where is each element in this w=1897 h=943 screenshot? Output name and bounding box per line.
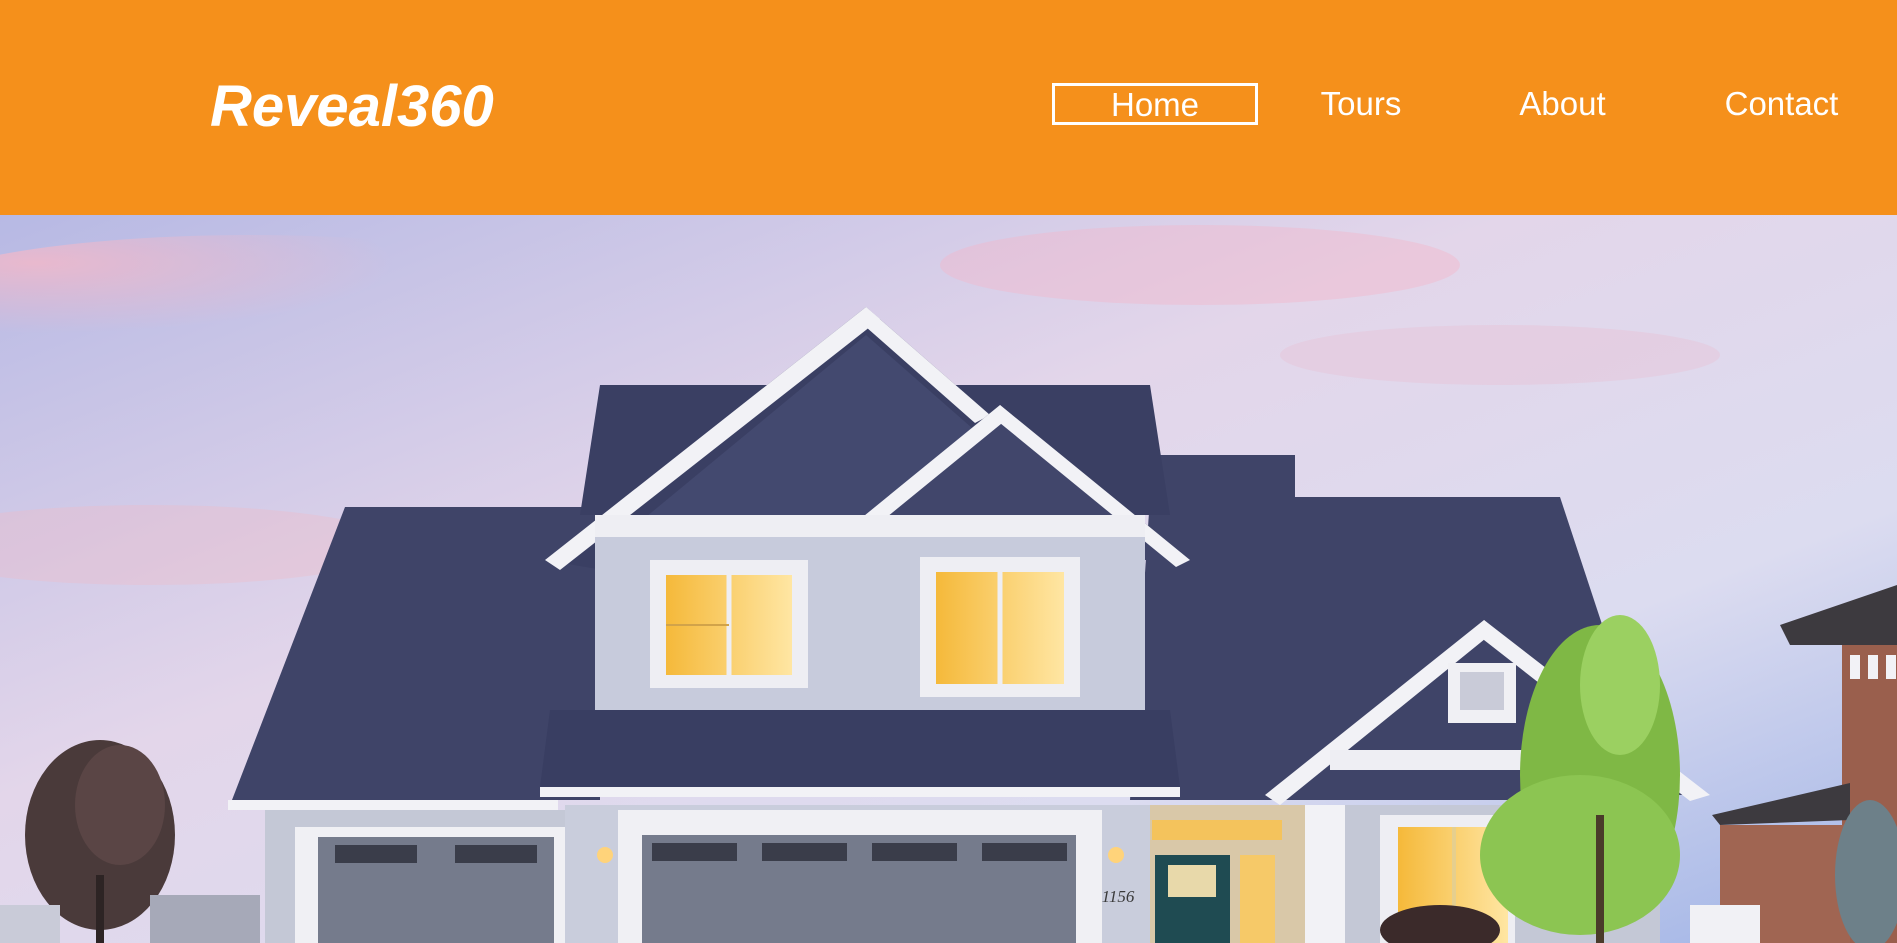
site-logo[interactable]: Reveal360	[210, 72, 494, 142]
nav-tours-link[interactable]: Tours	[1310, 83, 1412, 125]
garage-door-center	[618, 810, 1102, 943]
hero-house-image: 1156	[0, 215, 1897, 943]
nav-about-link[interactable]: About	[1505, 83, 1620, 125]
nav-home-link[interactable]: Home	[1052, 83, 1258, 125]
garage-door-left	[295, 827, 565, 943]
house-illustration: 1156	[0, 215, 1897, 943]
house-number: 1156	[1102, 887, 1135, 906]
site-header: Reveal360 Home Tours About Contact	[0, 0, 1897, 215]
nav-contact-link[interactable]: Contact	[1714, 83, 1849, 125]
